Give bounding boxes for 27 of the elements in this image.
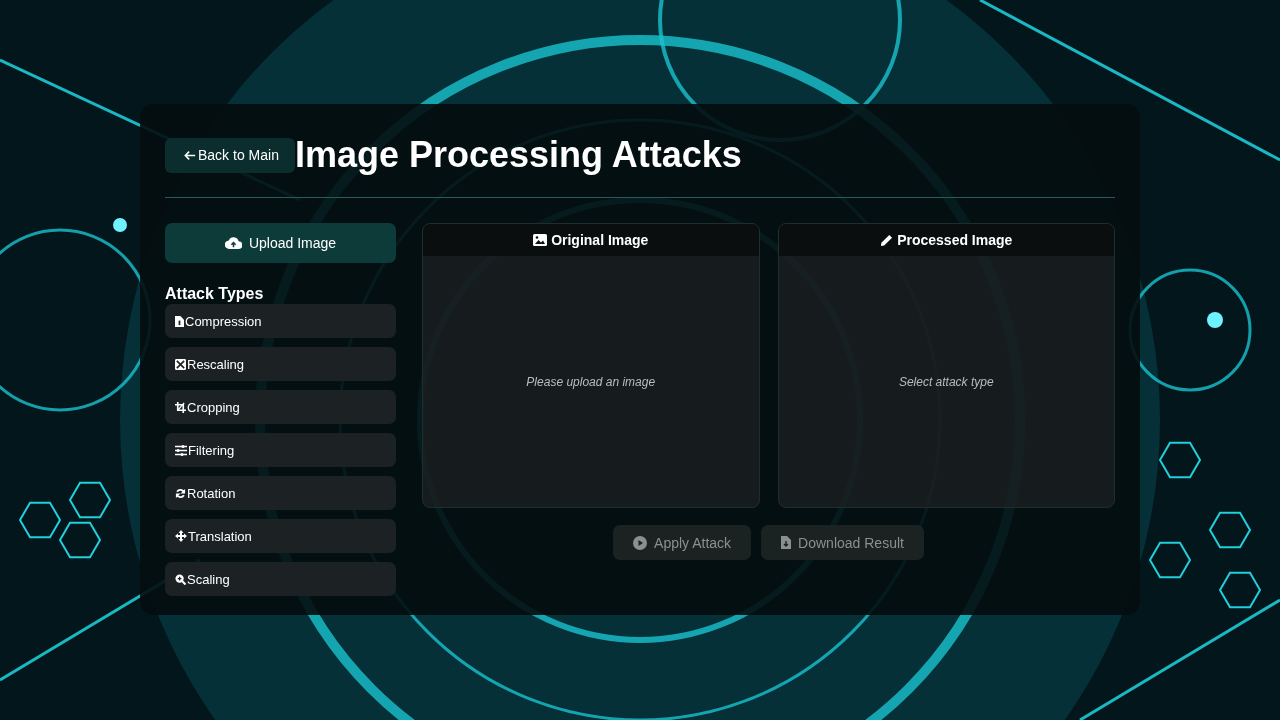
file-download-icon [781,536,792,549]
rotate-icon [175,487,186,499]
crop-icon [175,401,186,413]
attack-type-item[interactable]: Cropping [165,390,396,424]
card-title: Processed Image [897,232,1013,248]
upload-image-button[interactable]: Upload Image [165,223,396,263]
attack-type-item[interactable]: Compression [165,304,396,338]
placeholder-message: Please upload an image [526,374,656,389]
attack-type-item[interactable]: Filtering [165,433,396,467]
attack-type-item[interactable]: Scaling [165,562,396,596]
back-button[interactable]: Back to Main [165,137,295,173]
move-icon [175,530,187,542]
attack-type-item[interactable]: Translation [165,519,396,553]
image-icon [533,234,548,246]
play-icon [633,535,648,550]
file-icon [175,315,184,327]
cloud-upload-icon [224,237,242,249]
placeholder-message: Select attack type [898,374,994,389]
attack-type-item[interactable]: Rotation [165,476,396,510]
section-heading: Attack Types [165,285,265,303]
zoom-in-icon [175,573,186,585]
arrow-left-icon [184,149,196,161]
card-title: Original Image [551,232,649,248]
page-title: Image Processing Attacks [294,137,742,173]
pencil-icon [880,233,894,247]
attack-type-item[interactable]: Rescaling [165,347,396,381]
sliders-icon [175,444,187,456]
